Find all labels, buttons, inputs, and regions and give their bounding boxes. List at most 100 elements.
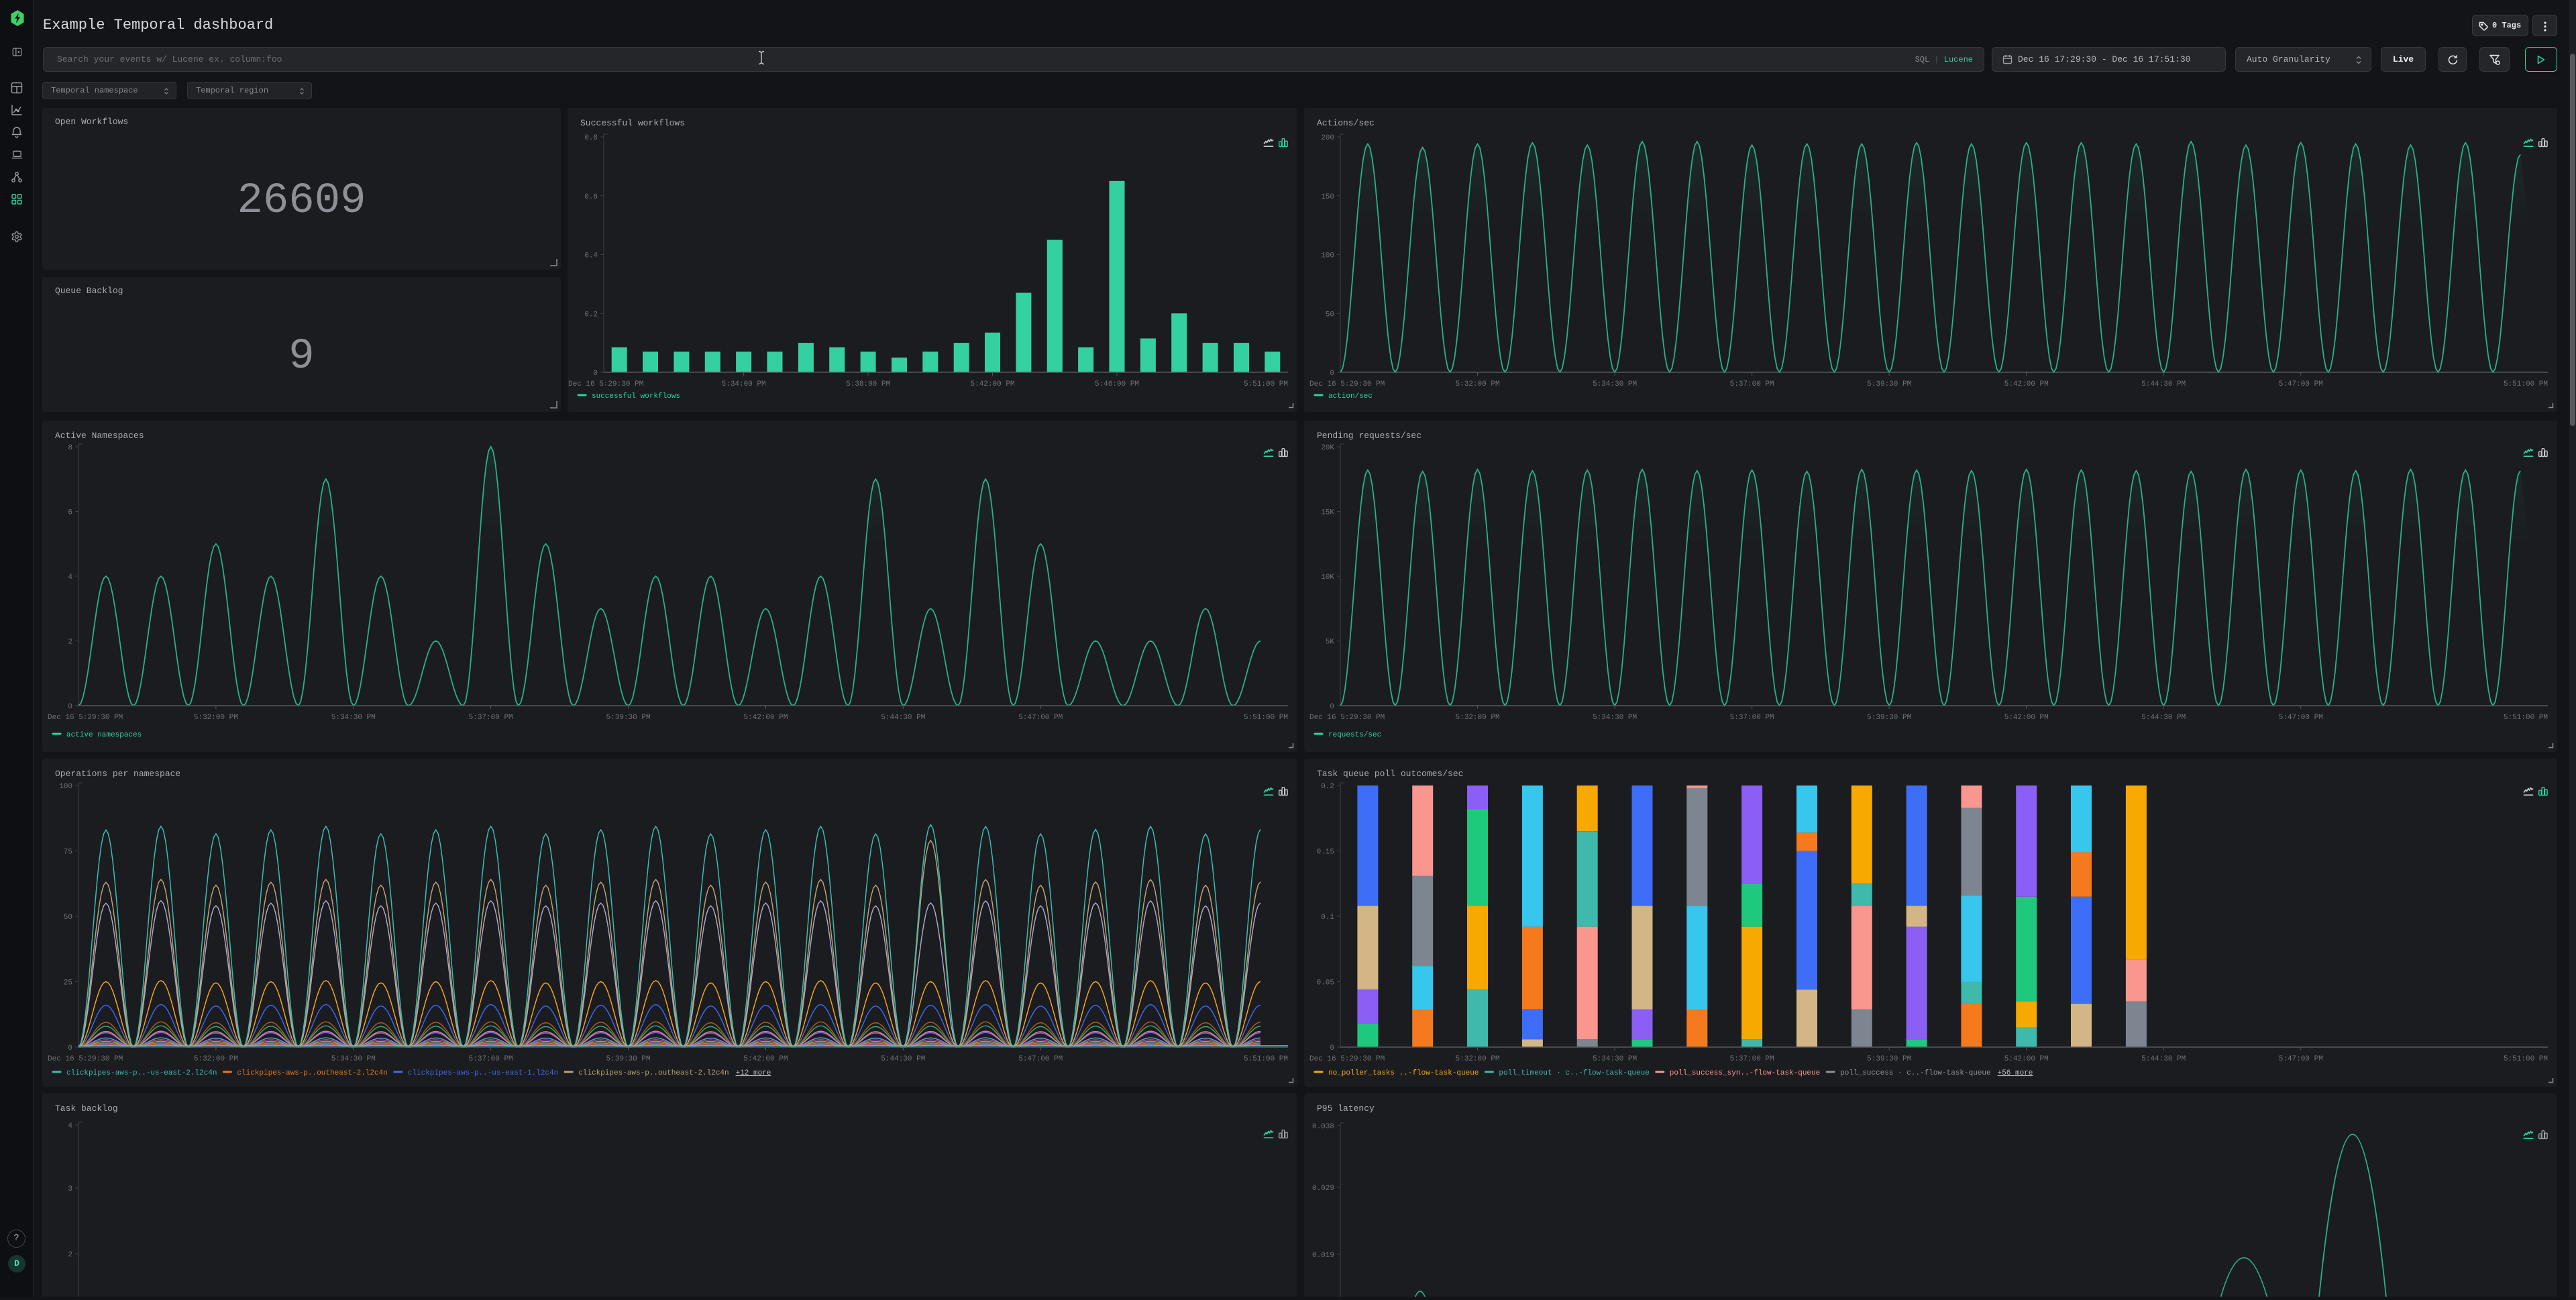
svg-text:10K: 10K bbox=[1321, 574, 1334, 582]
svg-text:+56 more: +56 more bbox=[1998, 1069, 2033, 1077]
svg-text:50: 50 bbox=[1326, 311, 1334, 319]
svg-text:5:32:00 PM: 5:32:00 PM bbox=[194, 714, 238, 722]
svg-text:5:51:00 PM: 5:51:00 PM bbox=[1244, 714, 1288, 722]
svg-text:0: 0 bbox=[1330, 1044, 1334, 1052]
svg-text:0.038: 0.038 bbox=[1312, 1123, 1334, 1131]
svg-text:Dec 16 5:29:30 PM: Dec 16 5:29:30 PM bbox=[48, 1055, 123, 1063]
svg-text:clickpipes-aws-p..-us-east-1.l: clickpipes-aws-p..-us-east-1.l2c4n bbox=[408, 1069, 558, 1077]
svg-text:5K: 5K bbox=[1326, 639, 1335, 647]
svg-text:5:42:00 PM: 5:42:00 PM bbox=[2004, 380, 2049, 388]
svg-text:no_poller_tasks ..-flow-task-q: no_poller_tasks ..-flow-task-queue bbox=[1328, 1069, 1479, 1077]
svg-text:5:34:30 PM: 5:34:30 PM bbox=[1593, 714, 1637, 722]
svg-text:active namespaces: active namespaces bbox=[66, 731, 142, 739]
svg-text:Dec 16 5:29:30 PM: Dec 16 5:29:30 PM bbox=[1309, 714, 1385, 722]
svg-text:100: 100 bbox=[59, 783, 72, 791]
svg-text:25: 25 bbox=[64, 979, 72, 987]
svg-text:P95 latency: P95 latency bbox=[1317, 1103, 1375, 1114]
svg-text:+12 more: +12 more bbox=[736, 1069, 771, 1077]
svg-text:0.6: 0.6 bbox=[584, 193, 598, 201]
svg-text:Active Namespaces: Active Namespaces bbox=[55, 431, 144, 441]
svg-text:0.029: 0.029 bbox=[1312, 1185, 1334, 1193]
svg-text:5:37:00 PM: 5:37:00 PM bbox=[469, 714, 513, 722]
svg-text:6: 6 bbox=[68, 509, 72, 517]
svg-text:0: 0 bbox=[593, 370, 598, 378]
svg-text:Dec 16 5:29:30 PM: Dec 16 5:29:30 PM bbox=[568, 380, 643, 388]
svg-text:4: 4 bbox=[68, 574, 72, 582]
svg-text:Task backlog: Task backlog bbox=[55, 1103, 118, 1114]
svg-text:5:51:00 PM: 5:51:00 PM bbox=[1244, 1055, 1288, 1063]
svg-text:50: 50 bbox=[64, 914, 72, 922]
svg-text:5:51:00 PM: 5:51:00 PM bbox=[1244, 380, 1288, 388]
svg-text:5:44:30 PM: 5:44:30 PM bbox=[881, 714, 925, 722]
svg-text:0: 0 bbox=[68, 1044, 72, 1052]
svg-text:5:32:00 PM: 5:32:00 PM bbox=[194, 1055, 238, 1063]
svg-text:5:44:30 PM: 5:44:30 PM bbox=[881, 1055, 925, 1063]
svg-text:8: 8 bbox=[68, 444, 72, 452]
svg-text:5:47:00 PM: 5:47:00 PM bbox=[1018, 1055, 1063, 1063]
svg-text:2: 2 bbox=[68, 639, 72, 647]
svg-text:Successful workflows: Successful workflows bbox=[580, 118, 685, 128]
svg-text:5:37:00 PM: 5:37:00 PM bbox=[1730, 714, 1774, 722]
svg-text:0: 0 bbox=[68, 703, 72, 711]
svg-text:Pending requests/sec: Pending requests/sec bbox=[1317, 431, 1421, 441]
svg-text:20K: 20K bbox=[1321, 444, 1334, 452]
svg-text:15K: 15K bbox=[1321, 509, 1334, 517]
svg-text:requests/sec: requests/sec bbox=[1328, 731, 1381, 739]
svg-text:poll_success · c..-flow-task-q: poll_success · c..-flow-task-queue bbox=[1840, 1069, 1990, 1077]
svg-text:0.2: 0.2 bbox=[1321, 783, 1334, 791]
svg-text:5:44:30 PM: 5:44:30 PM bbox=[2141, 380, 2186, 388]
svg-text:Dec 16 5:29:30 PM: Dec 16 5:29:30 PM bbox=[1309, 380, 1385, 388]
svg-text:5:32:00 PM: 5:32:00 PM bbox=[1456, 380, 1500, 388]
svg-text:5:39:30 PM: 5:39:30 PM bbox=[1867, 714, 1911, 722]
svg-text:5:42:00 PM: 5:42:00 PM bbox=[743, 1055, 788, 1063]
svg-text:0.1: 0.1 bbox=[1321, 914, 1334, 922]
svg-text:5:39:30 PM: 5:39:30 PM bbox=[1867, 380, 1911, 388]
svg-text:75: 75 bbox=[64, 849, 72, 857]
svg-text:5:37:00 PM: 5:37:00 PM bbox=[469, 1055, 513, 1063]
svg-text:5:34:30 PM: 5:34:30 PM bbox=[331, 714, 376, 722]
svg-text:0.019: 0.019 bbox=[1312, 1252, 1334, 1260]
svg-text:5:39:30 PM: 5:39:30 PM bbox=[606, 1055, 651, 1063]
svg-text:action/sec: action/sec bbox=[1328, 392, 1373, 400]
svg-text:poll_timeout · c..-flow-task-q: poll_timeout · c..-flow-task-queue bbox=[1499, 1069, 1649, 1077]
svg-text:5:42:00 PM: 5:42:00 PM bbox=[971, 380, 1015, 388]
svg-text:5:47:00 PM: 5:47:00 PM bbox=[2279, 714, 2323, 722]
svg-text:5:47:00 PM: 5:47:00 PM bbox=[2279, 380, 2323, 388]
svg-text:Task queue poll outcomes/sec: Task queue poll outcomes/sec bbox=[1317, 769, 1463, 779]
svg-text:5:39:30 PM: 5:39:30 PM bbox=[606, 714, 651, 722]
svg-text:5:46:00 PM: 5:46:00 PM bbox=[1095, 380, 1139, 388]
svg-text:5:44:30 PM: 5:44:30 PM bbox=[2141, 1055, 2186, 1063]
svg-text:0.05: 0.05 bbox=[1317, 979, 1334, 987]
svg-text:5:42:00 PM: 5:42:00 PM bbox=[743, 714, 788, 722]
svg-text:clickpipes-aws-p..outheast-2.l: clickpipes-aws-p..outheast-2.l2c4n bbox=[578, 1069, 729, 1077]
svg-text:Dec 16 5:29:30 PM: Dec 16 5:29:30 PM bbox=[1309, 1055, 1385, 1063]
svg-text:5:34:00 PM: 5:34:00 PM bbox=[722, 380, 766, 388]
svg-text:150: 150 bbox=[1321, 193, 1334, 201]
svg-text:5:42:00 PM: 5:42:00 PM bbox=[2004, 1055, 2049, 1063]
svg-text:5:51:00 PM: 5:51:00 PM bbox=[2504, 380, 2548, 388]
svg-text:200: 200 bbox=[1321, 134, 1334, 142]
svg-text:clickpipes-aws-p..-us-east-2.l: clickpipes-aws-p..-us-east-2.l2c4n bbox=[66, 1069, 217, 1077]
svg-text:5:44:30 PM: 5:44:30 PM bbox=[2141, 714, 2186, 722]
svg-text:5:34:30 PM: 5:34:30 PM bbox=[1593, 1055, 1637, 1063]
svg-text:5:37:00 PM: 5:37:00 PM bbox=[1730, 1055, 1774, 1063]
svg-text:4: 4 bbox=[68, 1122, 72, 1130]
svg-text:0.4: 0.4 bbox=[584, 252, 598, 260]
svg-text:100: 100 bbox=[1321, 252, 1334, 260]
svg-text:5:51:00 PM: 5:51:00 PM bbox=[2504, 1055, 2548, 1063]
svg-text:Dec 16 5:29:30 PM: Dec 16 5:29:30 PM bbox=[48, 714, 123, 722]
svg-text:successful workflows: successful workflows bbox=[592, 392, 680, 400]
svg-text:5:47:00 PM: 5:47:00 PM bbox=[2279, 1055, 2323, 1063]
svg-text:5:47:00 PM: 5:47:00 PM bbox=[1018, 714, 1063, 722]
svg-text:0.8: 0.8 bbox=[584, 134, 598, 142]
svg-text:5:38:00 PM: 5:38:00 PM bbox=[846, 380, 890, 388]
svg-text:5:42:00 PM: 5:42:00 PM bbox=[2004, 714, 2049, 722]
svg-text:5:34:30 PM: 5:34:30 PM bbox=[331, 1055, 376, 1063]
svg-text:poll_success_syn..-flow-task-q: poll_success_syn..-flow-task-queue bbox=[1670, 1069, 1820, 1077]
svg-text:0.15: 0.15 bbox=[1317, 849, 1334, 857]
svg-text:5:39:30 PM: 5:39:30 PM bbox=[1867, 1055, 1911, 1063]
svg-text:Operations per namespace: Operations per namespace bbox=[55, 769, 180, 779]
svg-text:Actions/sec: Actions/sec bbox=[1317, 118, 1375, 128]
svg-text:5:51:00 PM: 5:51:00 PM bbox=[2504, 714, 2548, 722]
svg-text:clickpipes-aws-p..outheast-2.l: clickpipes-aws-p..outheast-2.l2c4n bbox=[237, 1069, 387, 1077]
